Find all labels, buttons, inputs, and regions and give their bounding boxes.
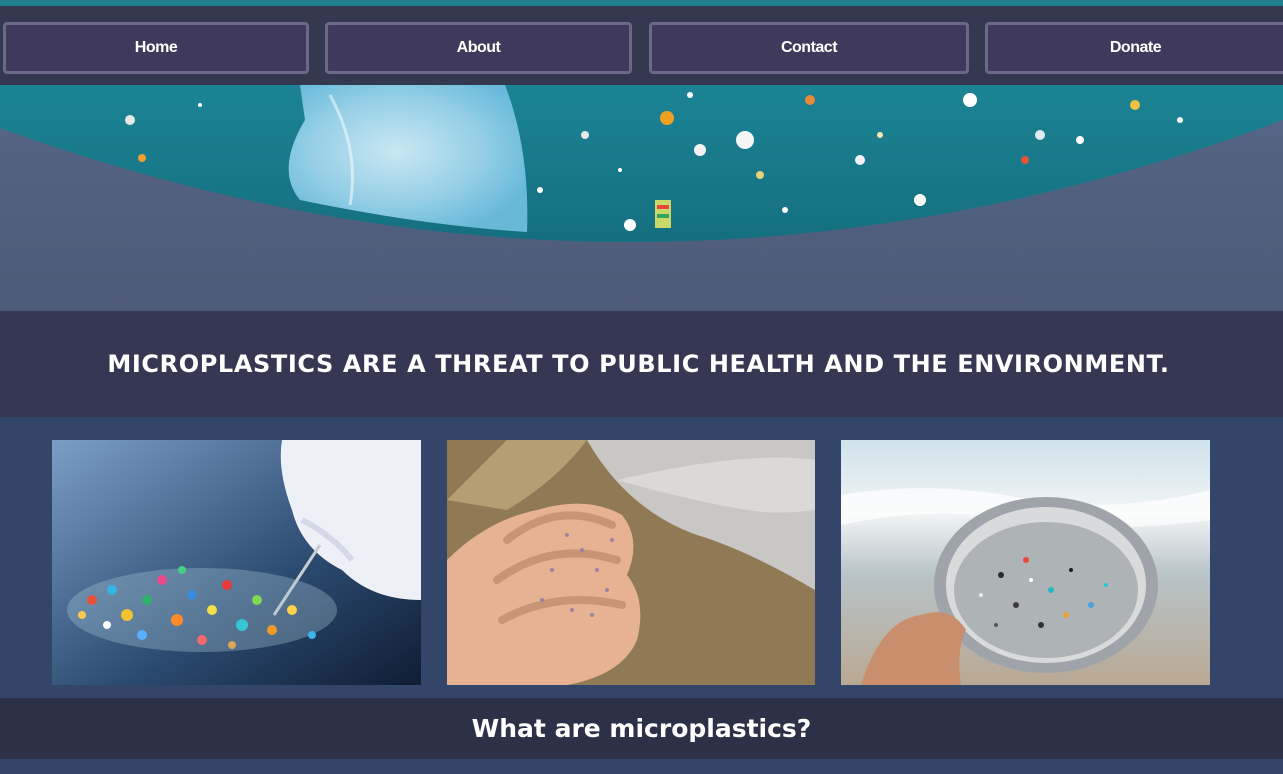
photo-strip (0, 417, 1283, 698)
nav-donate-button[interactable]: Donate (985, 22, 1283, 74)
page-headline: MICROPLASTICS ARE A THREAT TO PUBLIC HEA… (107, 350, 1170, 378)
nav-contact-button[interactable]: Contact (649, 22, 969, 74)
nav-about-button[interactable]: About (325, 22, 632, 74)
microplastic-pieces-tweezers-photo (52, 440, 421, 685)
section-heading: What are microplastics? (471, 714, 812, 743)
nav-home-button[interactable]: Home (3, 22, 309, 74)
section-heading-band: What are microplastics? (0, 698, 1283, 759)
main-nav: Home About Contact Donate (0, 6, 1283, 85)
sand-hand-microplastics-photo (447, 440, 816, 685)
headline-band: MICROPLASTICS ARE A THREAT TO PUBLIC HEA… (0, 311, 1283, 417)
page: Home About Contact Donate MICROPLASTICS … (0, 0, 1283, 774)
bottom-strip (0, 759, 1283, 774)
beach-sieve-microplastics-photo (841, 440, 1210, 685)
